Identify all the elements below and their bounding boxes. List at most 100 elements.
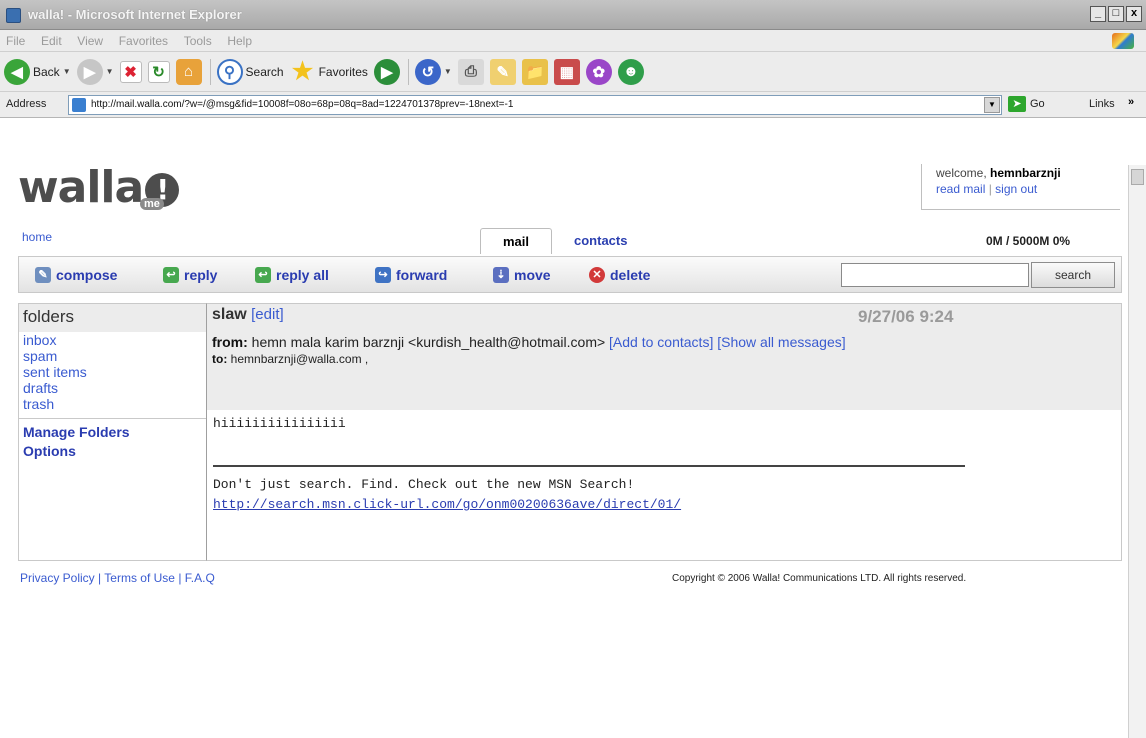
reply-all-button[interactable]: ↩ reply all: [255, 267, 329, 283]
delete-button[interactable]: ✕ delete: [589, 267, 650, 283]
folder-button[interactable]: 📁: [521, 56, 548, 88]
footer-divider: |: [178, 571, 182, 585]
menu-favorites[interactable]: Favorites: [113, 30, 174, 48]
printer-icon: ⎙: [457, 58, 484, 85]
refresh-button[interactable]: ↻: [147, 56, 170, 88]
logo-sub-badge: me: [140, 198, 164, 210]
research-button[interactable]: ▦: [553, 56, 580, 88]
home-button[interactable]: ⌂: [175, 56, 202, 88]
history-icon: ↺: [414, 58, 441, 85]
read-mail-link[interactable]: read mail: [936, 182, 985, 196]
terms-of-use-link[interactable]: Terms of Use: [104, 571, 175, 585]
home-link[interactable]: home: [22, 230, 52, 244]
menu-tools[interactable]: Tools: [178, 30, 218, 48]
options-link[interactable]: Options: [19, 442, 206, 461]
user-links: read mail | sign out: [936, 182, 1120, 196]
folder-drafts[interactable]: drafts: [19, 380, 206, 396]
close-button[interactable]: x: [1126, 6, 1142, 22]
from-value: hemn mala karim barznji <kurdish_health@…: [251, 334, 606, 350]
menu-file[interactable]: File: [0, 30, 31, 48]
favorites-button[interactable]: ★ Favorites: [290, 56, 368, 88]
window-titlebar: walla! - Microsoft Internet Explorer _ □…: [0, 0, 1146, 30]
stop-button[interactable]: ✖: [119, 56, 142, 88]
menu-bar: File Edit View Favorites Tools Help: [0, 30, 1146, 52]
back-dropdown-icon[interactable]: ▼: [63, 67, 71, 76]
message-panel: slaw [edit] 9/27/06 9:24 from: hemn mala…: [207, 303, 1122, 561]
copyright-text: Copyright © 2006 Walla! Communications L…: [672, 573, 967, 584]
folder-trash[interactable]: trash: [19, 396, 206, 412]
search-button[interactable]: search: [1031, 262, 1115, 288]
tab-mail[interactable]: mail: [480, 228, 553, 254]
reply-icon: ↩: [163, 267, 179, 283]
window-controls: _ □ x: [1090, 6, 1142, 22]
window-title: walla! - Microsoft Internet Explorer: [28, 7, 242, 22]
menu-edit[interactable]: Edit: [35, 30, 68, 48]
browser-toolbar: ◀ Back ▼ ▶ ▼ ✖ ↻ ⌂ ⚲ Search ★ Favorites …: [0, 52, 1146, 92]
to-label: to:: [212, 352, 228, 366]
forward-button[interactable]: ▶ ▼: [76, 56, 114, 88]
windows-logo-icon: [1112, 33, 1134, 49]
address-bar: Address http://mail.walla.com/?w=/@msg&f…: [0, 92, 1146, 118]
tab-contacts[interactable]: contacts: [552, 228, 649, 254]
folder-sent-items[interactable]: sent items: [19, 364, 206, 380]
reply-button[interactable]: ↩ reply: [163, 267, 217, 283]
menu-view[interactable]: View: [71, 30, 109, 48]
address-label: Address: [6, 98, 47, 110]
forward-label: forward: [396, 267, 448, 283]
move-icon: ⇣: [493, 267, 509, 283]
edit-subject-link[interactable]: [edit]: [251, 306, 284, 323]
compose-icon: ✎: [35, 267, 51, 283]
messenger-button[interactable]: ☻: [617, 56, 644, 88]
favorites-label: Favorites: [318, 64, 368, 79]
toolbar-separator: [407, 58, 409, 85]
refresh-icon: ↻: [147, 60, 170, 83]
mail-action-bar: ✎ compose ↩ reply ↩ reply all ↪ forward …: [18, 256, 1122, 293]
reply-label: reply: [184, 267, 218, 283]
folder-inbox[interactable]: inbox: [19, 332, 206, 348]
signature-text: Don't just search. Find. Check out the n…: [213, 477, 635, 492]
menu-help[interactable]: Help: [221, 30, 258, 48]
link-divider: |: [988, 182, 992, 196]
faq-link[interactable]: F.A.Q: [185, 571, 215, 585]
message-header: slaw [edit] 9/27/06 9:24 from: hemn mala…: [207, 304, 1121, 410]
folder-spam[interactable]: spam: [19, 348, 206, 364]
edit-page-button[interactable]: ✎: [489, 56, 516, 88]
back-label: Back: [33, 64, 60, 79]
signature-link[interactable]: http://search.msn.click-url.com/go/onm00…: [213, 495, 1121, 515]
maximize-button[interactable]: □: [1108, 6, 1124, 22]
forward-mail-button[interactable]: ↪ forward: [375, 267, 447, 283]
page-icon: [72, 98, 86, 112]
show-all-messages-link[interactable]: [Show all messages]: [717, 334, 845, 350]
vertical-scrollbar[interactable]: [1128, 165, 1146, 738]
minimize-button[interactable]: _: [1090, 6, 1106, 22]
history-button[interactable]: ↺ ▼: [414, 56, 452, 88]
address-url[interactable]: http://mail.walla.com/?w=/@msg&fid=10008…: [91, 99, 971, 110]
sign-out-link[interactable]: sign out: [995, 182, 1037, 196]
to-value: hemnbarznji@walla.com ,: [230, 352, 369, 366]
manage-folders-link[interactable]: Manage Folders: [19, 423, 206, 442]
history-dropdown-icon[interactable]: ▼: [444, 67, 452, 76]
msn-button[interactable]: ✿: [585, 56, 612, 88]
footer-links: Privacy Policy | Terms of Use | F.A.Q: [20, 571, 215, 585]
compose-label: compose: [56, 267, 118, 283]
go-label: Go: [1030, 98, 1045, 110]
forward-dropdown-icon[interactable]: ▼: [106, 67, 114, 76]
scrollbar-thumb[interactable]: [1131, 169, 1144, 185]
privacy-policy-link[interactable]: Privacy Policy: [20, 571, 95, 585]
search-toolbar-button[interactable]: ⚲ Search: [216, 56, 284, 88]
links-chevron-icon[interactable]: »: [1128, 96, 1134, 108]
mail-search-input[interactable]: [841, 263, 1029, 287]
go-button[interactable]: ➤ Go: [1008, 96, 1045, 112]
back-button[interactable]: ◀ Back ▼: [4, 56, 71, 88]
address-input[interactable]: http://mail.walla.com/?w=/@msg&fid=10008…: [68, 95, 1002, 115]
address-dropdown-icon[interactable]: ▼: [984, 97, 1000, 113]
move-button[interactable]: ⇣ move: [493, 267, 551, 283]
compose-button[interactable]: ✎ compose: [35, 267, 117, 283]
links-button[interactable]: Links: [1089, 98, 1115, 110]
add-to-contacts-link[interactable]: [Add to contacts]: [609, 334, 713, 350]
print-button[interactable]: ⎙: [457, 56, 484, 88]
message-date: 9/27/06 9:24: [858, 307, 954, 326]
media-button[interactable]: ▶: [373, 56, 400, 88]
messenger-buddies-icon: ☻: [617, 58, 644, 85]
msn-butterfly-icon: ✿: [585, 58, 612, 85]
